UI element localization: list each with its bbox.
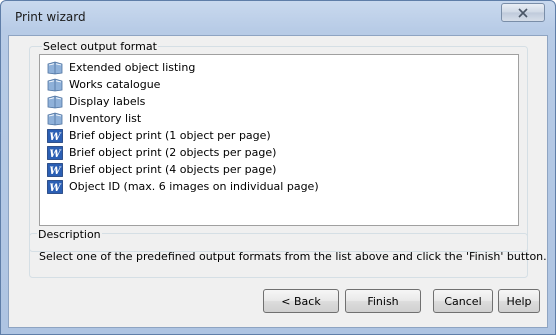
word-document-icon: W <box>47 128 63 143</box>
window-title: Print wizard <box>15 10 86 24</box>
svg-text:W: W <box>49 132 62 143</box>
list-item[interactable]: W Object ID (max. 6 images on individual … <box>47 178 319 195</box>
book-icon <box>47 112 63 126</box>
word-document-icon: W <box>47 145 63 160</box>
cancel-button[interactable]: Cancel <box>433 289 493 313</box>
help-button[interactable]: Help <box>498 289 540 313</box>
output-format-list[interactable]: Extended object listing Works catalogue Di… <box>39 54 519 226</box>
back-button[interactable]: < Back <box>263 289 339 313</box>
list-item[interactable]: Display labels <box>47 93 319 110</box>
list-item-label: Works catalogue <box>69 78 161 91</box>
list-item[interactable]: Extended object listing <box>47 59 319 76</box>
list-item[interactable]: Inventory list <box>47 110 319 127</box>
list-item-label: Extended object listing <box>69 61 196 74</box>
svg-text:W: W <box>49 166 62 177</box>
list-item[interactable]: W Brief object print (4 objects per page) <box>47 161 319 178</box>
description-group-label: Description <box>37 228 102 241</box>
list-item-label: Brief object print (1 object per page) <box>69 129 271 142</box>
list-item-label: Display labels <box>69 95 146 108</box>
list-item-label: Brief object print (2 objects per page) <box>69 146 277 159</box>
list-item[interactable]: W Brief object print (1 object per page) <box>47 127 319 144</box>
close-button[interactable] <box>501 3 545 22</box>
word-document-icon: W <box>47 179 63 194</box>
list-item-label: Inventory list <box>69 112 142 125</box>
close-icon <box>518 7 528 18</box>
svg-text:W: W <box>49 183 62 194</box>
finish-button[interactable]: Finish <box>345 289 421 313</box>
title-bar[interactable]: Print wizard <box>1 1 555 35</box>
list-item[interactable]: Works catalogue <box>47 76 319 93</box>
description-text: Select one of the predefined output form… <box>39 250 547 263</box>
book-icon <box>47 95 63 109</box>
book-icon <box>47 78 63 92</box>
svg-text:W: W <box>49 149 62 160</box>
book-icon <box>47 61 63 75</box>
dialog-body: Select output format Extended object lis… <box>8 35 548 328</box>
format-group-label: Select output format <box>42 40 158 53</box>
print-wizard-window: Print wizard Select output format Extend… <box>0 0 556 335</box>
word-document-icon: W <box>47 162 63 177</box>
list-item-label: Brief object print (4 objects per page) <box>69 163 277 176</box>
list-item[interactable]: W Brief object print (2 objects per page) <box>47 144 319 161</box>
list-item-label: Object ID (max. 6 images on individual p… <box>69 180 319 193</box>
